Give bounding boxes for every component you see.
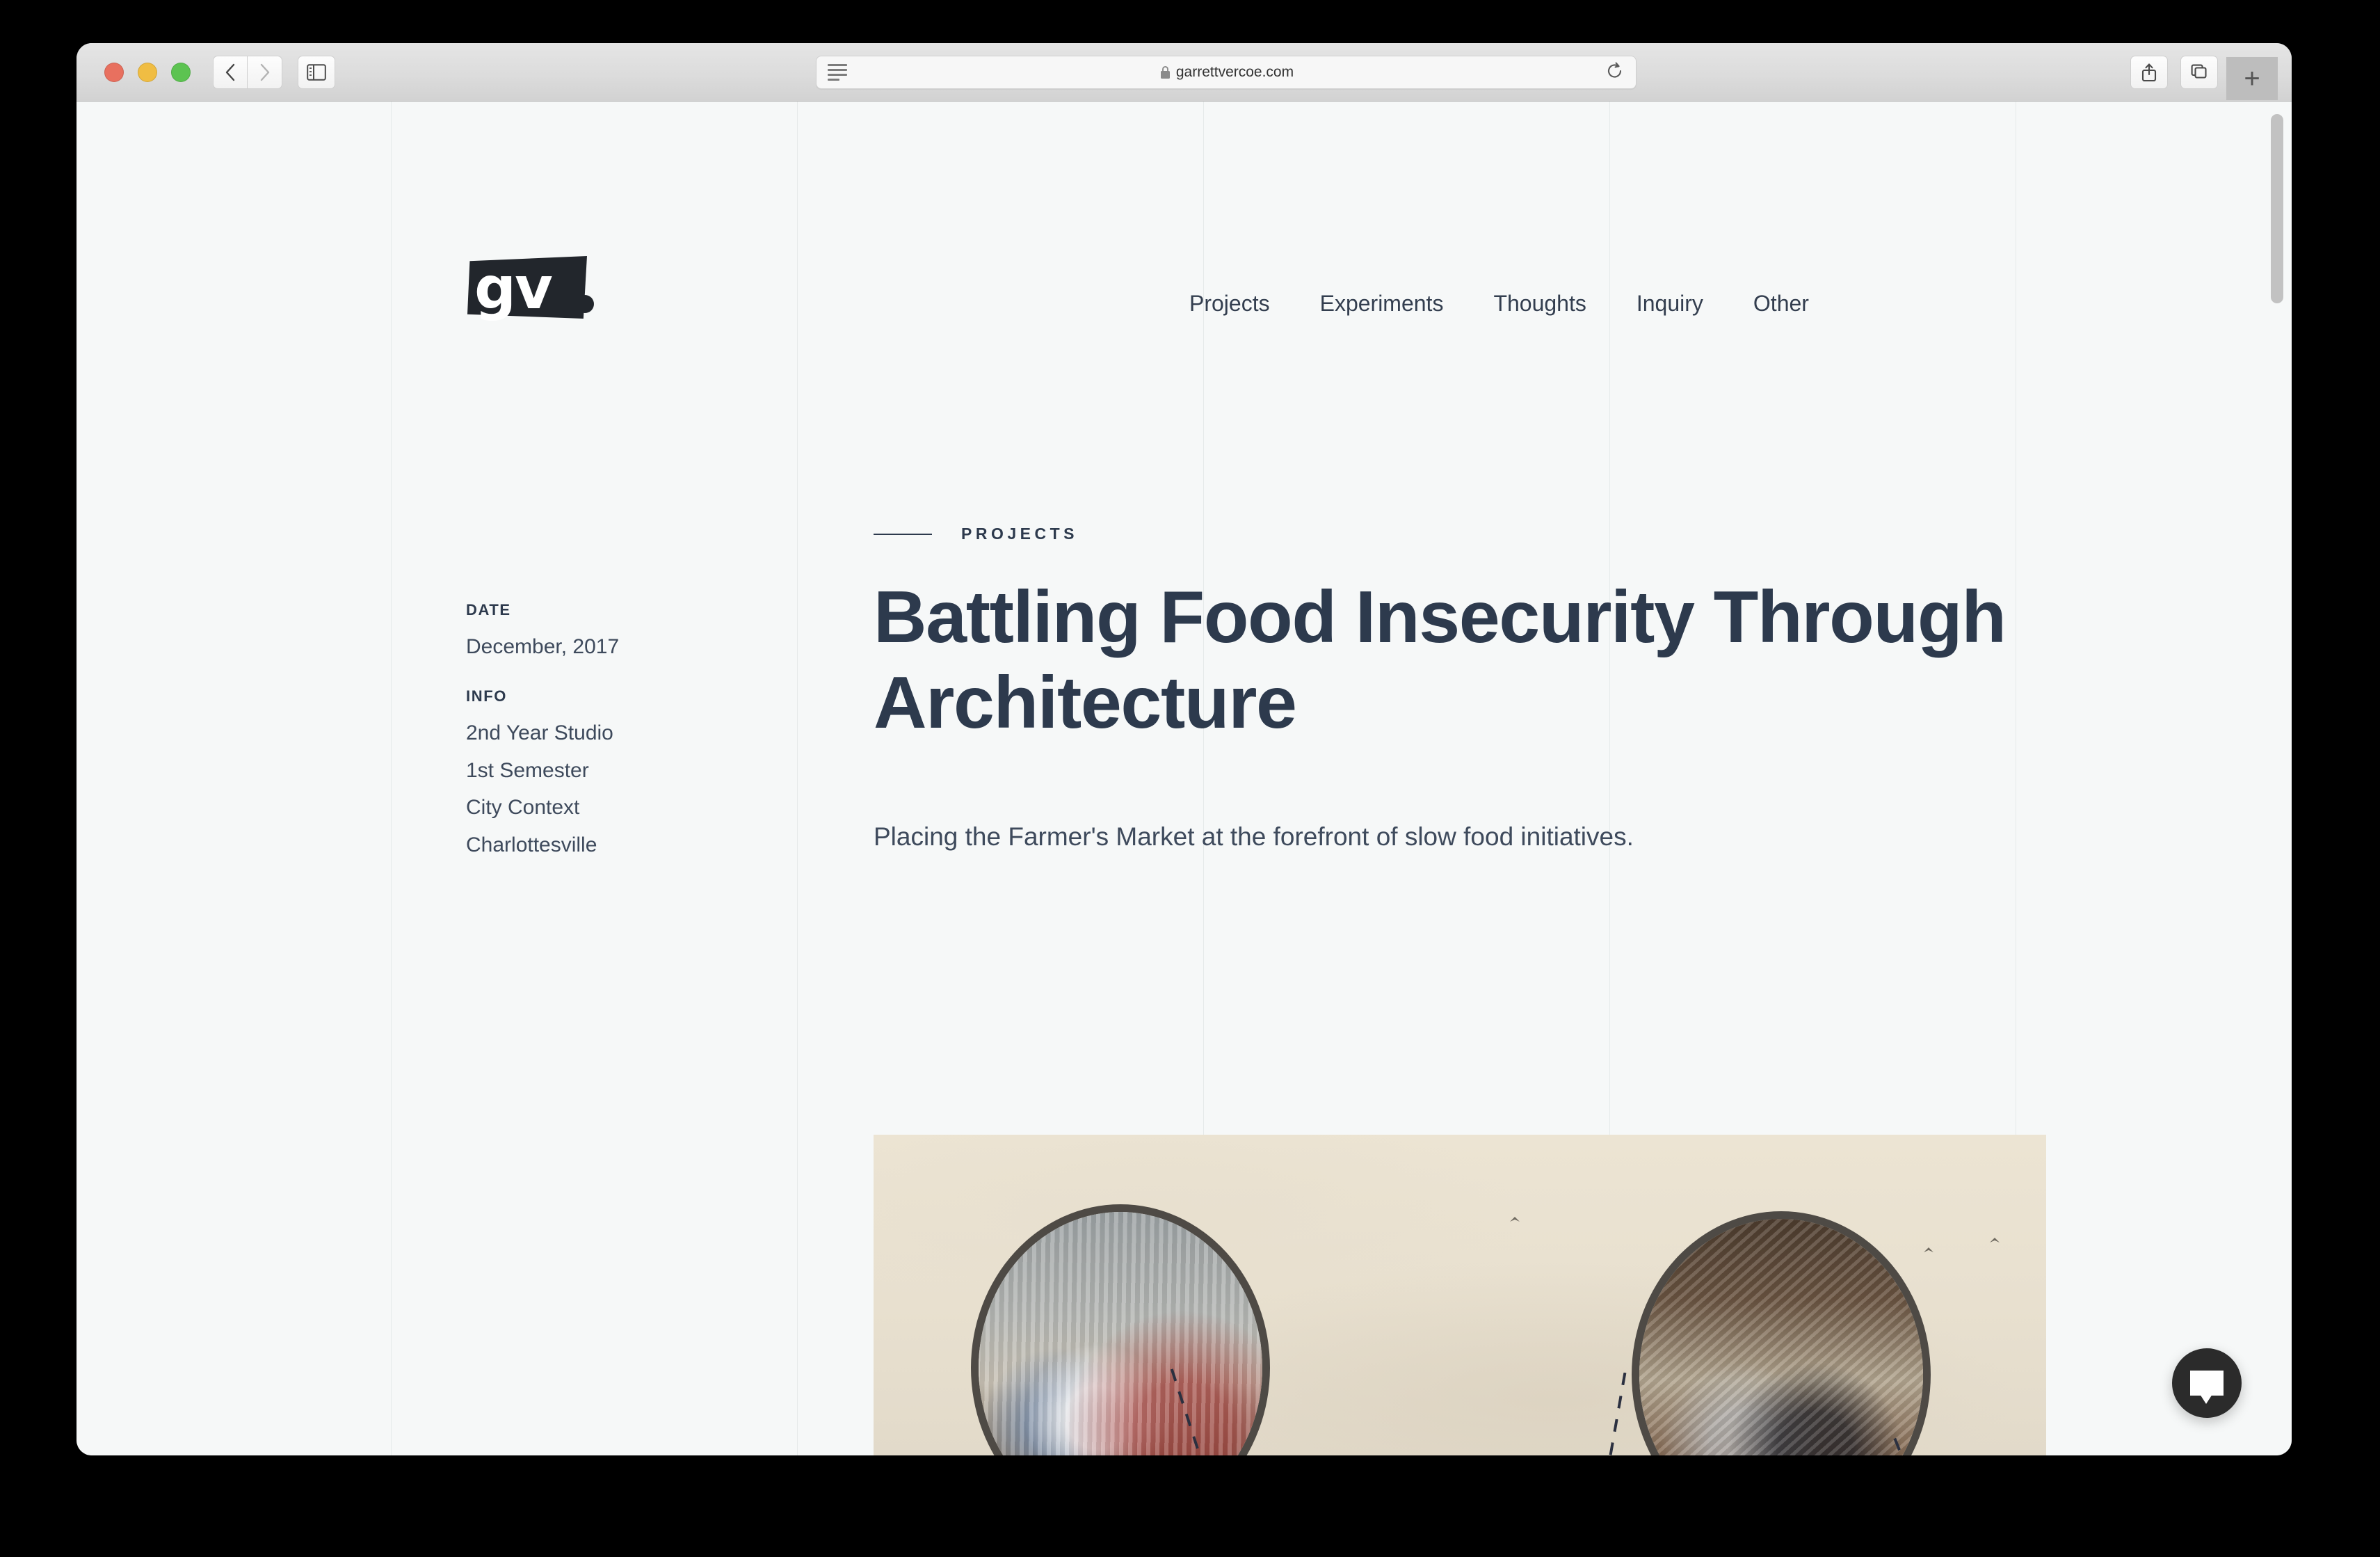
browser-window: garrettvercoe.com + gv Projects Experime… [77,43,2292,1455]
vignette-photo [979,1212,1262,1455]
hero-vignette-market [971,1204,1270,1455]
reload-button[interactable] [1607,62,1623,83]
nav-item-projects[interactable]: Projects [1189,291,1270,317]
lock-icon [1160,65,1170,79]
vignette-photo [1639,1219,1923,1455]
info-value: 1st Semester [466,758,589,782]
url-text: garrettvercoe.com [1175,64,1294,80]
grid-line [391,102,392,1455]
eyebrow-label: PROJECTS [961,525,1078,543]
sidebar-toggle-icon [307,63,326,81]
desktop-backdrop: garrettvercoe.com + gv Projects Experime… [0,0,2380,1557]
browser-toolbar: garrettvercoe.com + [77,43,2292,102]
close-window-button[interactable] [104,62,124,82]
nav-item-other[interactable]: Other [1753,291,1809,317]
chevron-left-icon [225,63,235,81]
metadata-info-block: INFO 2nd Year Studio 1st Semester City C… [466,687,758,863]
info-value: City Context [466,796,580,820]
new-tab-button[interactable]: + [2226,57,2278,100]
logo-dot-icon [576,295,594,313]
hero-vignette-cafe [1632,1211,1931,1455]
share-button[interactable] [2130,56,2168,89]
window-controls [104,62,191,82]
logo-text: gv [474,254,553,322]
metadata-date-block: DATE December, 2017 [466,601,758,665]
info-label: INFO [466,687,507,705]
page-title: Battling Food Insecurity Through Archite… [874,576,2007,744]
page-viewport: gv Projects Experiments Thoughts Inquiry… [77,102,2292,1455]
page-scrollbar-thumb[interactable] [2271,114,2283,303]
navigation-buttons [213,55,282,89]
bird-icon [1510,1217,1520,1222]
bird-icon [1990,1238,2000,1243]
back-button[interactable] [213,55,248,89]
toolbar-right-buttons [2130,56,2218,89]
zoom-window-button[interactable] [171,62,191,82]
chat-widget-button[interactable] [2172,1348,2242,1418]
hero-image [874,1135,2046,1455]
date-label: DATE [466,601,511,618]
project-metadata: DATE December, 2017 INFO 2nd Year Studio… [466,601,758,863]
chevron-right-icon [260,63,269,81]
main-navigation: Projects Experiments Thoughts Inquiry Ot… [1189,291,1809,317]
bird-icon [1924,1247,1933,1252]
tab-overview-button[interactable] [2180,56,2218,89]
info-value: 2nd Year Studio [466,721,613,745]
new-tab-label: + [2244,63,2260,94]
tab-overview-icon [2191,64,2207,79]
grid-line [797,102,798,1455]
page-scrollbar-track[interactable] [2269,102,2287,1455]
nav-item-experiments[interactable]: Experiments [1320,291,1444,317]
minimize-window-button[interactable] [138,62,157,82]
info-value: Charlottesville [466,833,597,856]
date-value: December, 2017 [466,635,620,658]
share-icon [2141,63,2157,82]
nav-item-thoughts[interactable]: Thoughts [1493,291,1586,317]
sidebar-toggle-button[interactable] [298,55,335,89]
page-subtitle: Placing the Farmer's Market at the foref… [874,822,1634,851]
chat-bubble-icon [2190,1371,2224,1404]
eyebrow-rule [874,533,932,535]
reload-icon [1607,62,1622,77]
url-display: garrettvercoe.com [847,64,1607,81]
address-bar[interactable]: garrettvercoe.com [816,56,1637,89]
hero-dashed-line [1591,1372,1627,1455]
site-logo[interactable]: gv [467,256,587,319]
reader-view-icon[interactable] [828,64,847,81]
forward-button[interactable] [248,55,282,89]
category-eyebrow: PROJECTS [874,525,1078,543]
nav-item-inquiry[interactable]: Inquiry [1637,291,1703,317]
